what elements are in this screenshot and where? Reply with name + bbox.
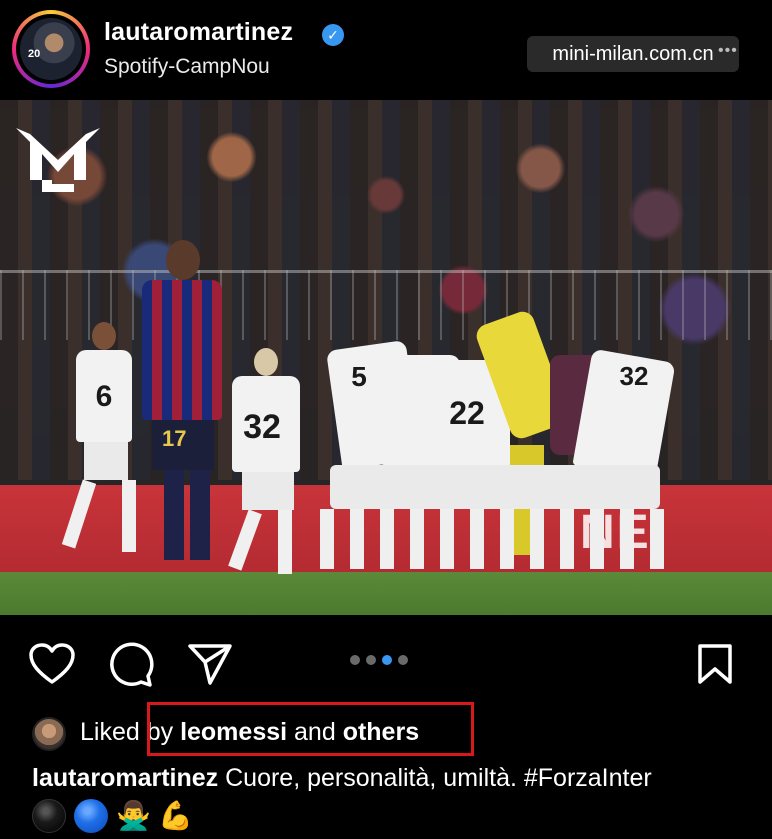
carousel-dot	[398, 655, 408, 665]
person-gesturing-emoji-icon: 🙅‍♂️	[116, 800, 151, 831]
share-icon[interactable]	[186, 642, 234, 686]
post-header: 20 lautaromartinez ✓ Spotify-CampNou min…	[0, 0, 772, 100]
heart-icon[interactable]	[28, 642, 76, 686]
ml-logo-icon	[16, 128, 100, 192]
post-photo[interactable]: NE 6 17 32 5 22	[0, 100, 772, 615]
shirt-number: 32	[619, 361, 649, 391]
shirt-number: 17	[162, 426, 187, 451]
bookmark-icon[interactable]	[696, 642, 734, 686]
shirt-number: 5	[351, 361, 367, 392]
more-options-icon[interactable]: •••	[718, 42, 738, 60]
comment-icon[interactable]	[108, 642, 154, 688]
carousel-dot	[366, 655, 376, 665]
caption: lautaromartinez Cuore, personalità, umil…	[32, 764, 772, 793]
player-inter-32: 32	[222, 348, 312, 578]
blue-circle-emoji-icon	[74, 799, 108, 833]
carousel-dot-active	[382, 655, 392, 665]
shirt-number: 22	[449, 395, 485, 431]
carousel-dot	[350, 655, 360, 665]
avatar[interactable]: 20	[20, 18, 82, 80]
black-circle-emoji-icon	[32, 799, 66, 833]
caption-emojis: 🙅‍♂️ 💪	[32, 797, 193, 835]
flexed-biceps-emoji-icon: 💪	[158, 800, 193, 831]
caption-username[interactable]: lautaromartinez	[32, 764, 218, 792]
liker-avatar[interactable]	[32, 717, 66, 751]
verified-badge-icon: ✓	[322, 24, 344, 46]
caption-text: Cuore, personalità, umiltà. #ForzaInter	[218, 764, 652, 792]
highlight-annotation-box	[147, 702, 474, 756]
location-link[interactable]: Spotify-CampNou	[104, 55, 270, 79]
shirt-number: 32	[243, 408, 281, 446]
carousel-indicator	[350, 655, 408, 665]
player-huddle: 5 22 32	[320, 308, 690, 580]
shirt-number: 6	[95, 380, 113, 413]
username[interactable]: lautaromartinez	[104, 18, 293, 47]
watermark: mini-milan.com.cn	[527, 36, 739, 72]
avatar-number: 20	[28, 48, 41, 60]
story-ring[interactable]: 20	[12, 10, 90, 88]
